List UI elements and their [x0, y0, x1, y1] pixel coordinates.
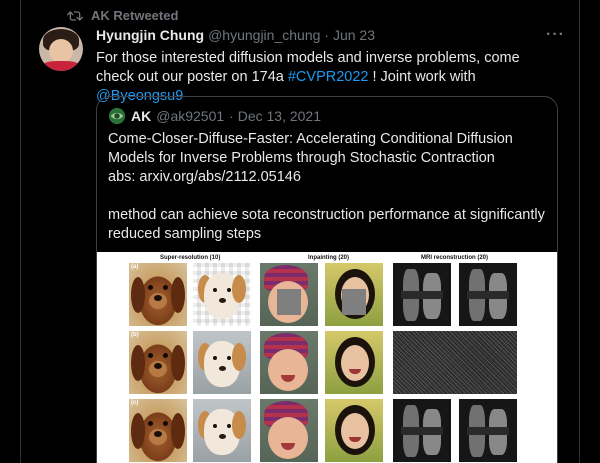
figure-col-mri: MRI reconstruction (20) — [421, 255, 489, 261]
quote-paragraph-title: Come-Closer-Diffuse-Faster: Accelerating… — [108, 131, 513, 166]
figure-col-inpainting: Inpainting (20) — [308, 255, 349, 261]
baby-image-c — [260, 399, 318, 462]
quote-author-handle[interactable]: @ak92501 — [156, 108, 224, 124]
dog-image-b: (b) — [129, 331, 187, 394]
retweet-icon — [67, 10, 83, 21]
mri-c1 — [393, 399, 451, 462]
row-c-label: (c) — [131, 400, 139, 406]
row-b-label: (b) — [131, 332, 139, 338]
puppy-pixelated-a — [193, 263, 251, 326]
avatar[interactable] — [39, 27, 83, 71]
retweet-context[interactable]: AK Retweeted — [67, 8, 178, 23]
quote-text: Come-Closer-Diffuse-Faster: Accelerating… — [108, 130, 548, 244]
mri-c2 — [459, 399, 517, 462]
puppy-image-c — [193, 399, 251, 462]
baby-reconstructed-b — [260, 331, 318, 394]
tweet-header: Hyungjin Chung @hyungjin_chung · Jun 23 — [96, 27, 375, 43]
author-handle[interactable]: @hyungjin_chung — [208, 27, 320, 43]
dog-image-c: (c) — [129, 399, 187, 462]
hugging-face-avatar-icon[interactable] — [108, 107, 126, 125]
girl-reconstructed-b — [325, 331, 383, 394]
mri-noise-b — [393, 331, 517, 394]
figure-col-super-resolution: Super-resolution (10) — [160, 255, 221, 261]
quoted-tweet[interactable]: AK @ak92501 · Dec 13, 2021 Come-Closer-D… — [96, 96, 558, 463]
row-a-label: (a) — [131, 264, 139, 270]
author-name[interactable]: Hyungjin Chung — [96, 27, 204, 43]
baby-masked-a — [260, 263, 318, 326]
mri-a2 — [459, 263, 517, 326]
tweet-text-middle: ! Joint work with — [368, 69, 476, 85]
mri-a1 — [393, 263, 451, 326]
quote-author-name[interactable]: AK — [131, 108, 151, 124]
more-options-button[interactable]: ··· — [546, 26, 565, 44]
quote-header: AK @ak92501 · Dec 13, 2021 — [108, 107, 321, 125]
tweet-date[interactable]: · Jun 23 — [324, 27, 375, 43]
quote-date[interactable]: · Dec 13, 2021 — [229, 108, 321, 124]
puppy-reconstructed-b — [193, 331, 251, 394]
girl-masked-a — [325, 263, 383, 326]
girl-image-c — [325, 399, 383, 462]
hashtag-link[interactable]: #CVPR2022 — [288, 69, 369, 85]
paper-figure-image[interactable]: Super-resolution (10) Inpainting (20) MR… — [97, 252, 557, 463]
retweet-label: AK Retweeted — [91, 8, 179, 23]
quote-paragraph-summary: method can achieve sota reconstruction p… — [108, 207, 545, 242]
dog-image-a: (a) — [129, 263, 187, 326]
quote-arxiv-link: abs: arxiv.org/abs/2112.05146 — [108, 169, 301, 185]
